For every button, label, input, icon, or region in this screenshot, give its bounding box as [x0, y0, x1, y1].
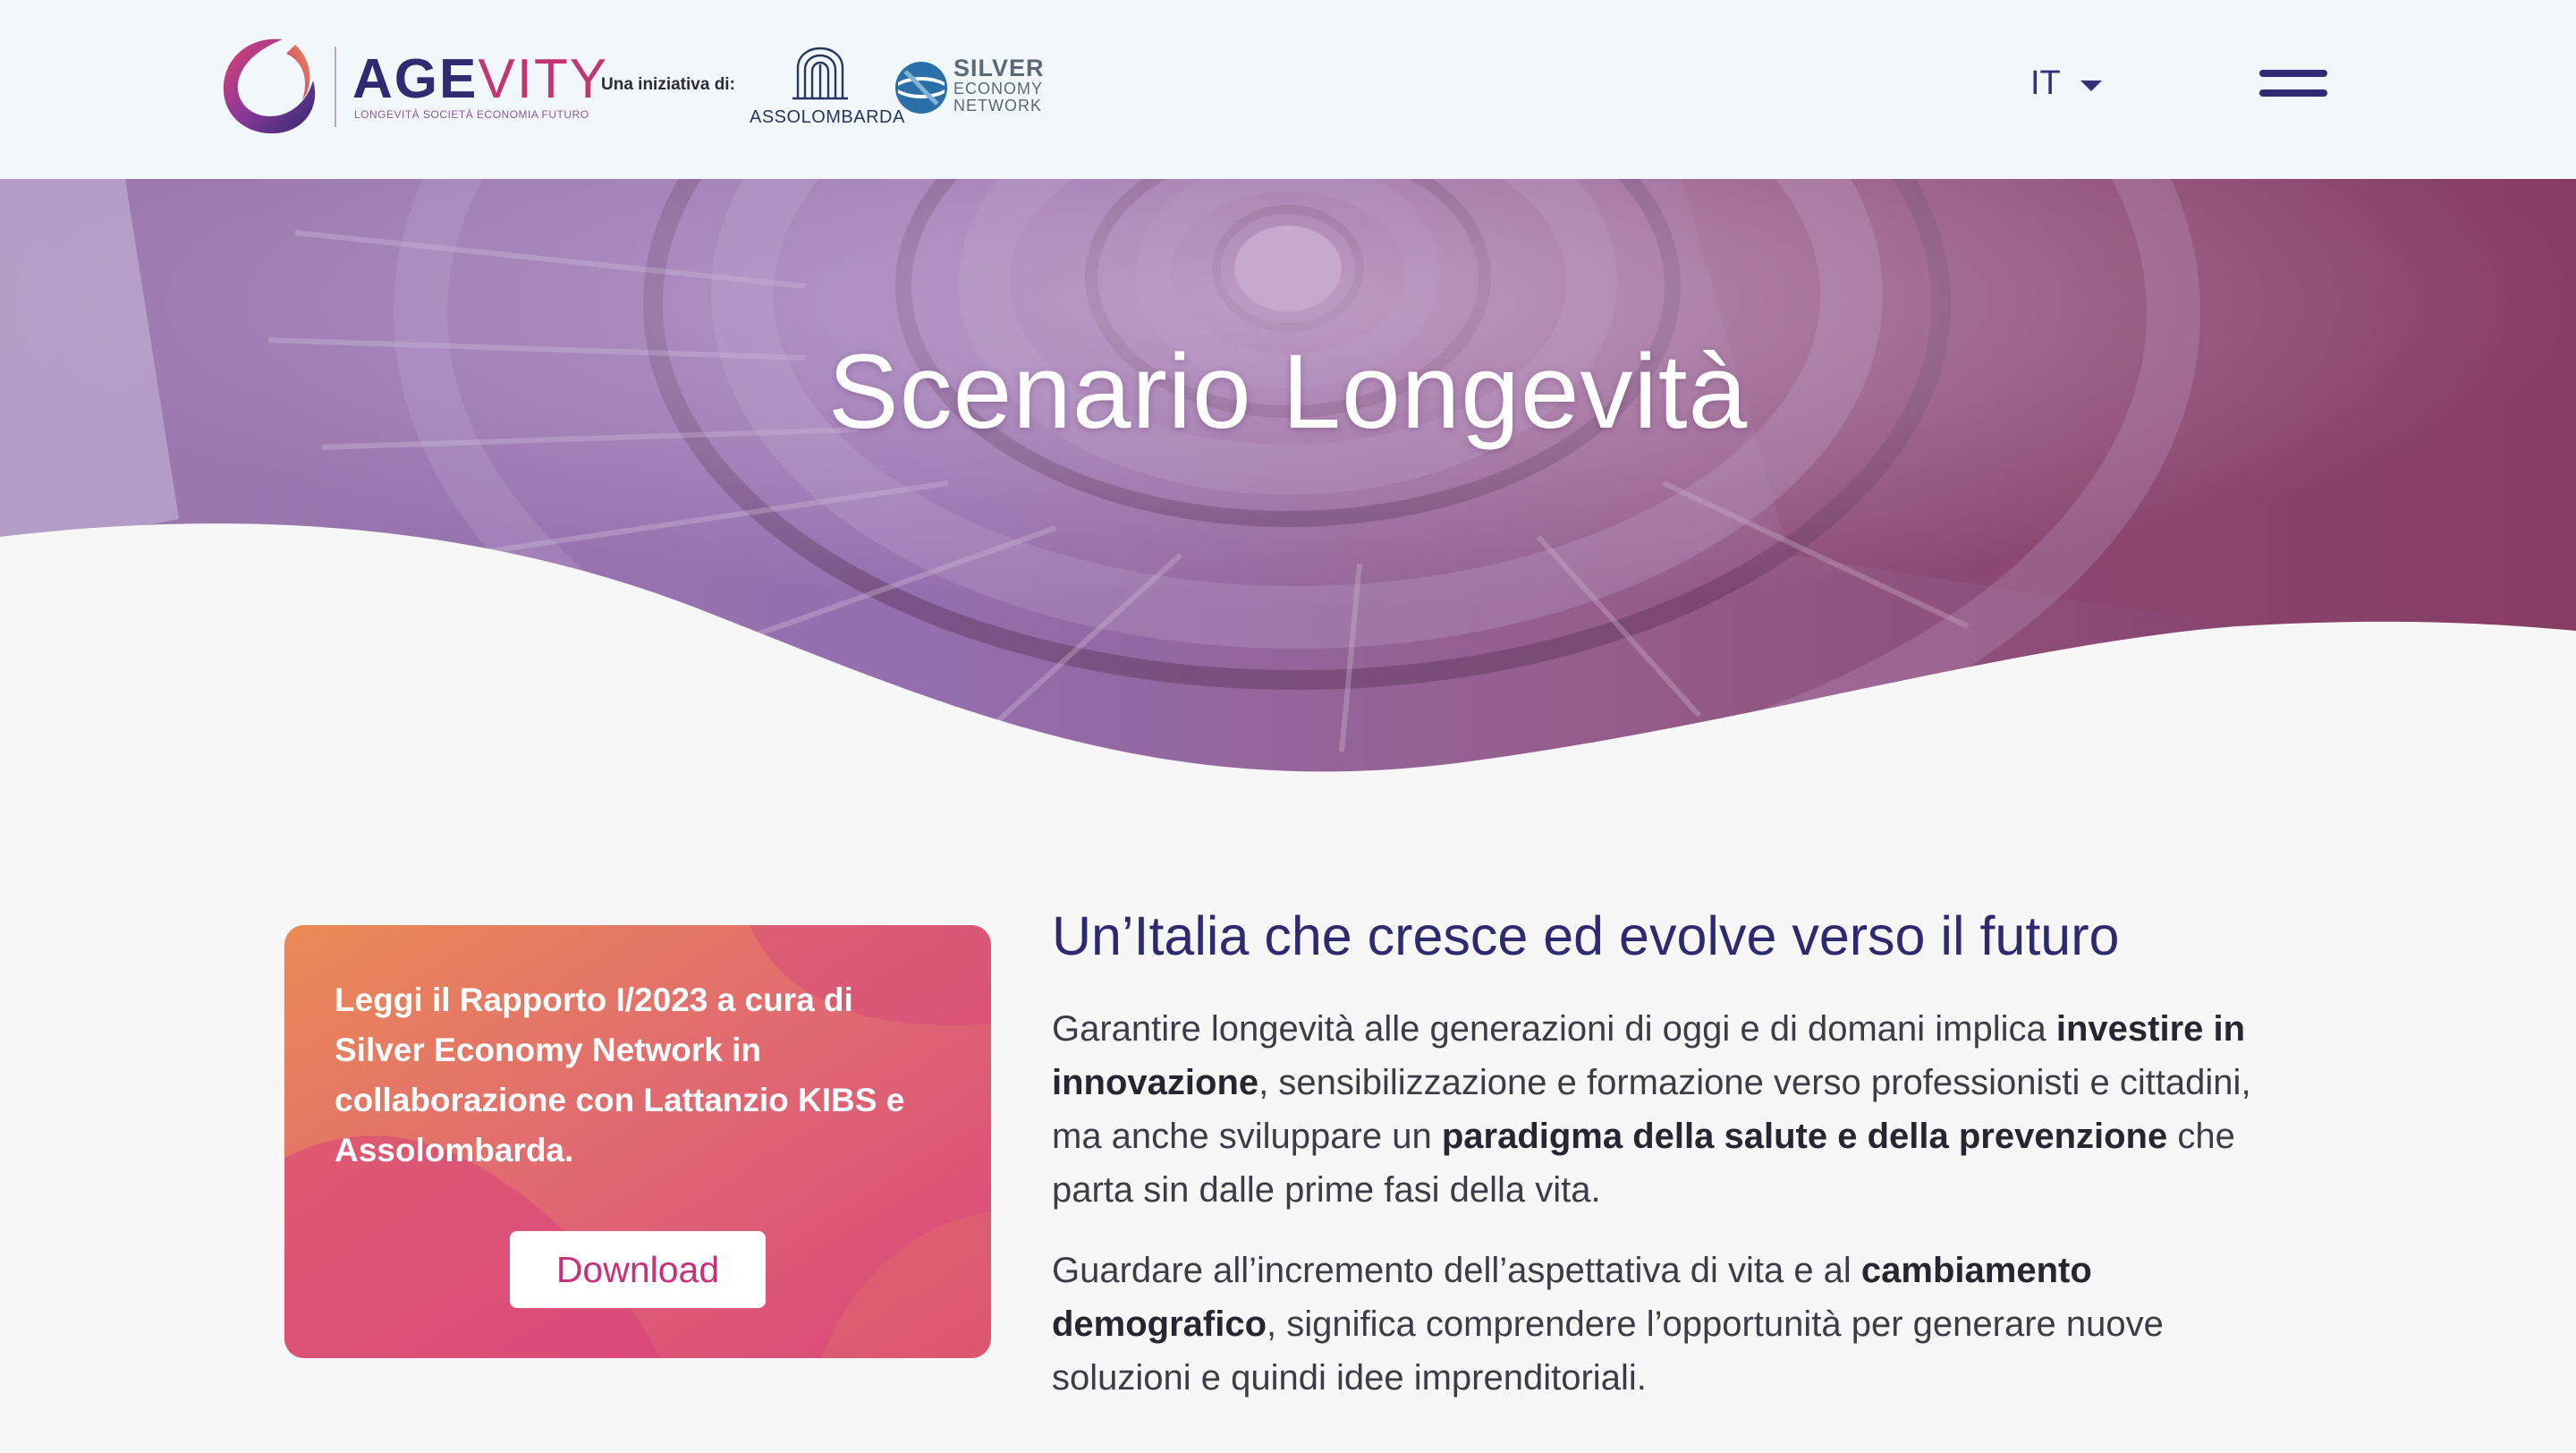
promo-text: Leggi il Rapporto I/2023 a cura di Silve… — [335, 981, 905, 1168]
spiral-staircase-photo — [0, 179, 2576, 796]
site-header: AGEVITY LONGEVITÀ SOCIETÀ ECONOMIA FUTUR… — [0, 0, 2576, 179]
silver-line1: SILVER — [953, 55, 1045, 81]
p1-text-1: Garantire longevità alle generazioni di … — [1052, 1009, 2056, 1049]
silver-line3: NETWORK — [953, 97, 1042, 115]
hero-banner: Scenario Longevità — [0, 179, 2576, 796]
agevity-wordmark: AGEVITY — [352, 48, 609, 110]
hero-title: Scenario Longevità — [827, 333, 1749, 451]
silver-economy-network-name: SILVER ECONOMY NETWORK — [953, 55, 1045, 115]
hamburger-menu-icon[interactable] — [2259, 70, 2327, 100]
logo-divider — [335, 47, 336, 127]
language-selector[interactable]: IT — [2030, 64, 2102, 103]
paragraph-demographics: Guardare all’incremento dell’aspettativa… — [1052, 1244, 2304, 1405]
section-title: Un’Italia che cresce ed evolve verso il … — [1052, 905, 2120, 966]
agevity-swirl-logo-icon — [223, 38, 316, 134]
p2-text-1: Guardare all’incremento dell’aspettativa… — [1052, 1251, 1861, 1290]
assolombarda-shell-logo-icon — [792, 47, 848, 100]
paragraph-innovation: Garantire longevità alle generazioni di … — [1052, 1002, 2304, 1217]
report-promo-card: Leggi il Rapporto I/2023 a cura di Silve… — [284, 925, 991, 1358]
silver-economy-globe-logo-icon — [895, 62, 947, 114]
download-button[interactable]: Download — [510, 1231, 766, 1308]
language-current: IT — [2030, 64, 2061, 102]
silver-line2: ECONOMY — [953, 80, 1044, 98]
logo-tagline: LONGEVITÀ SOCIETÀ ECONOMIA FUTURO — [354, 108, 589, 121]
caret-down-icon — [2080, 80, 2102, 91]
p1-bold-2: paradigma della salute e della prevenzio… — [1441, 1117, 2168, 1156]
assolombarda-name: ASSOLOMBARDA — [750, 107, 905, 127]
initiative-label: Una iniziativa di: — [601, 75, 735, 94]
